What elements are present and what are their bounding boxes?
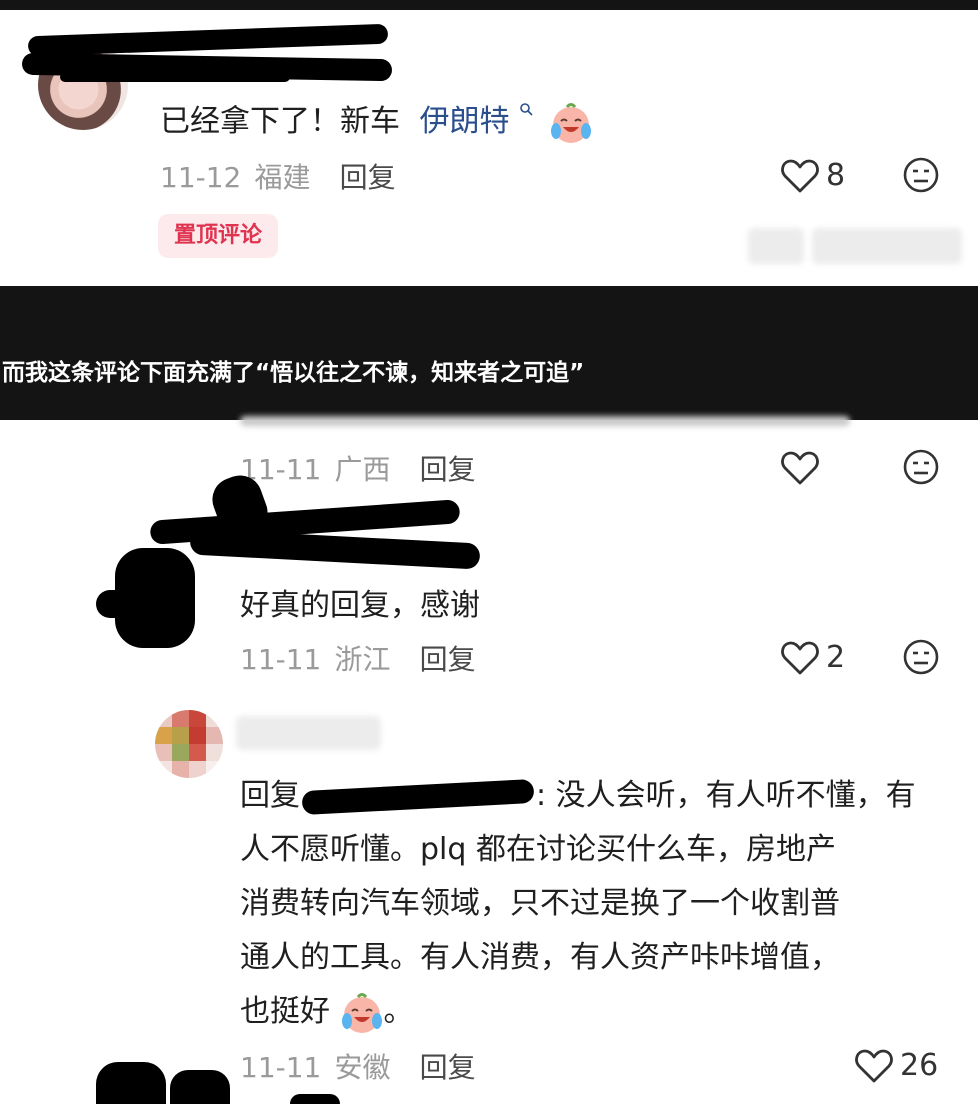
- reply-line-5-end: 。: [383, 994, 414, 1029]
- redacted-mention: [301, 778, 535, 815]
- comment-date: 11-12: [160, 161, 242, 194]
- reply-prefix: 回复: [240, 778, 300, 813]
- heart-outline-icon[interactable]: [780, 158, 820, 194]
- reply-location: 安徽: [334, 1051, 391, 1084]
- reply-button[interactable]: 回复: [420, 1051, 476, 1084]
- reply-line-1: : 没人会听，有人听不懂，有: [536, 778, 916, 813]
- heart-outline-icon[interactable]: [780, 640, 820, 676]
- top-status-bar: [0, 0, 978, 10]
- reply-location: 浙江: [334, 643, 391, 676]
- redaction-scribble: [96, 590, 136, 618]
- reply-date: 11-11: [240, 1051, 322, 1084]
- reply-text-line: 回复 : 没人会听，有人听不懂，有: [240, 770, 916, 815]
- meh-face-icon[interactable]: [902, 638, 940, 676]
- redaction-scribble: [60, 72, 290, 82]
- heart-outline-icon[interactable]: [854, 1048, 894, 1084]
- blurred-content: [812, 228, 962, 264]
- reply-location: 广西: [334, 453, 391, 486]
- reply-meta: 11-11 广西 回复: [240, 448, 476, 488]
- redaction-scribble: [170, 1070, 230, 1104]
- redaction-scribble: [290, 1094, 340, 1104]
- blurred-content: [748, 228, 804, 264]
- reply-button[interactable]: 回复: [420, 453, 476, 486]
- topic-link[interactable]: 伊朗特: [420, 104, 510, 139]
- reply-button[interactable]: 回复: [340, 161, 396, 194]
- redaction-scribble: [189, 528, 481, 570]
- reply-text: 好真的回复，感谢: [240, 588, 480, 623]
- redaction-scribble: [27, 23, 389, 57]
- comment-text: 已经拿下了！新车 伊朗特: [160, 96, 593, 145]
- reply-meta: 11-11 安徽 回复: [240, 1046, 476, 1086]
- pinned-comment-badge: 置顶评论: [158, 214, 279, 258]
- search-icon: [520, 103, 533, 116]
- reply-line-2: 人不愿听懂。plq 都在讨论买什么车，房地产: [240, 832, 836, 867]
- like-count: 26: [900, 1048, 939, 1083]
- like-count: 2: [826, 640, 846, 675]
- crying-laughing-emoji: [550, 102, 591, 143]
- reply-line-3: 消费转向汽车领域，只不过是换了一个收割普: [240, 886, 840, 921]
- heart-outline-icon[interactable]: [780, 450, 820, 486]
- blurred-username: [236, 716, 381, 750]
- caption-text: 而我这条评论下面充满了“悟以往之不谏，知来者之可追”: [2, 360, 585, 386]
- avatar[interactable]: [155, 710, 223, 778]
- meh-face-icon[interactable]: [902, 448, 940, 486]
- comment-location: 福建: [254, 161, 311, 194]
- like-count: 8: [826, 158, 846, 193]
- reply-meta: 11-11 浙江 回复: [240, 638, 476, 678]
- comment-meta: 11-12 福建 回复: [160, 156, 396, 196]
- crying-laughing-emoji: [341, 992, 382, 1033]
- reply-button[interactable]: 回复: [420, 643, 476, 676]
- reply-line-5: 也挺好 。: [240, 986, 414, 1035]
- reply-line-4: 通人的工具。有人消费，有人资产咔咔增值，: [240, 940, 840, 975]
- comment-body: 已经拿下了！新车: [160, 104, 400, 139]
- redaction-scribble: [96, 1062, 166, 1104]
- reply-date: 11-11: [240, 643, 322, 676]
- cut-off-text: [240, 416, 850, 426]
- reply-line-5-text: 也挺好: [240, 994, 330, 1029]
- meh-face-icon[interactable]: [902, 156, 940, 194]
